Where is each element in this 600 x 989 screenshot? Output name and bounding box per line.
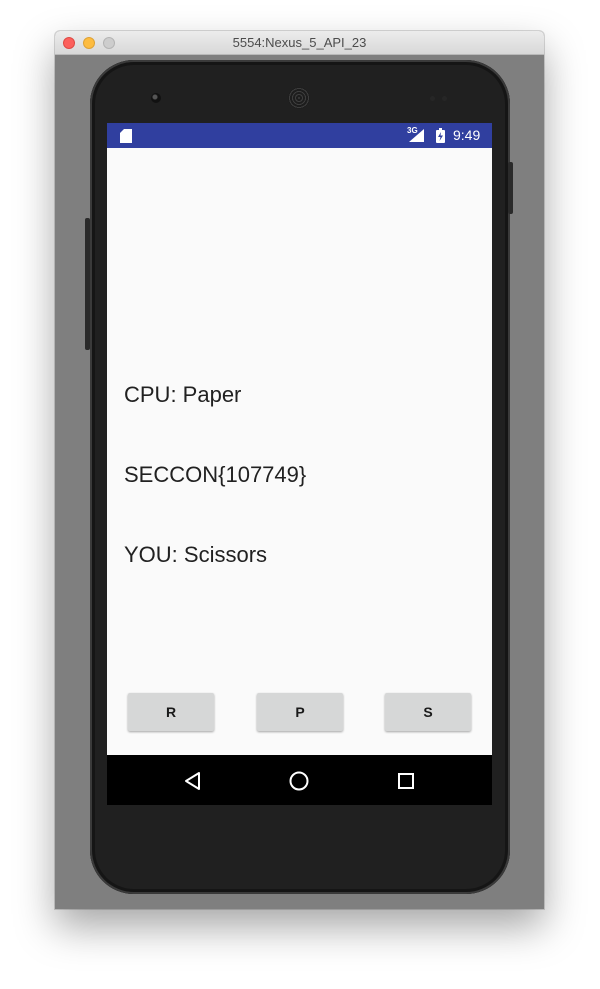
phone-frame: 3G 9:49 CPU: Paper SECCON{107749} YOU: S… bbox=[85, 60, 513, 894]
speaker-grille-icon bbox=[288, 87, 310, 109]
cpu-choice-text: CPU: Paper bbox=[124, 382, 242, 407]
flag-text: SECCON{107749} bbox=[124, 462, 307, 487]
sensor-icon bbox=[442, 96, 447, 101]
your-choice-text: YOU: Scissors bbox=[124, 542, 268, 567]
battery-icon bbox=[436, 128, 445, 143]
status-bar: 3G 9:49 bbox=[107, 123, 492, 148]
status-time: 9:49 bbox=[453, 127, 481, 143]
navigation-bar bbox=[107, 755, 492, 805]
sensor-icon bbox=[430, 96, 435, 101]
back-icon[interactable] bbox=[182, 770, 204, 792]
window-title: 5554:Nexus_5_API_23 bbox=[232, 35, 367, 50]
signal-icon bbox=[409, 129, 424, 142]
phone-screen: 3G 9:49 CPU: Paper SECCON{107749} YOU: S… bbox=[107, 123, 492, 805]
paper-button[interactable]: P bbox=[257, 693, 343, 731]
rock-button[interactable]: R bbox=[128, 693, 214, 731]
scissors-button[interactable]: S bbox=[385, 693, 471, 731]
power-button[interactable] bbox=[508, 162, 513, 214]
home-icon[interactable] bbox=[288, 770, 310, 792]
recents-icon[interactable] bbox=[395, 770, 417, 792]
emulator-window: 5554:Nexus_5_API_23 3G 9:49 CPU: Paper S… bbox=[55, 31, 544, 909]
window-titlebar: 5554:Nexus_5_API_23 bbox=[55, 31, 544, 55]
volume-button[interactable] bbox=[85, 218, 90, 350]
sd-card-icon bbox=[120, 129, 132, 143]
front-camera-icon bbox=[151, 93, 161, 103]
